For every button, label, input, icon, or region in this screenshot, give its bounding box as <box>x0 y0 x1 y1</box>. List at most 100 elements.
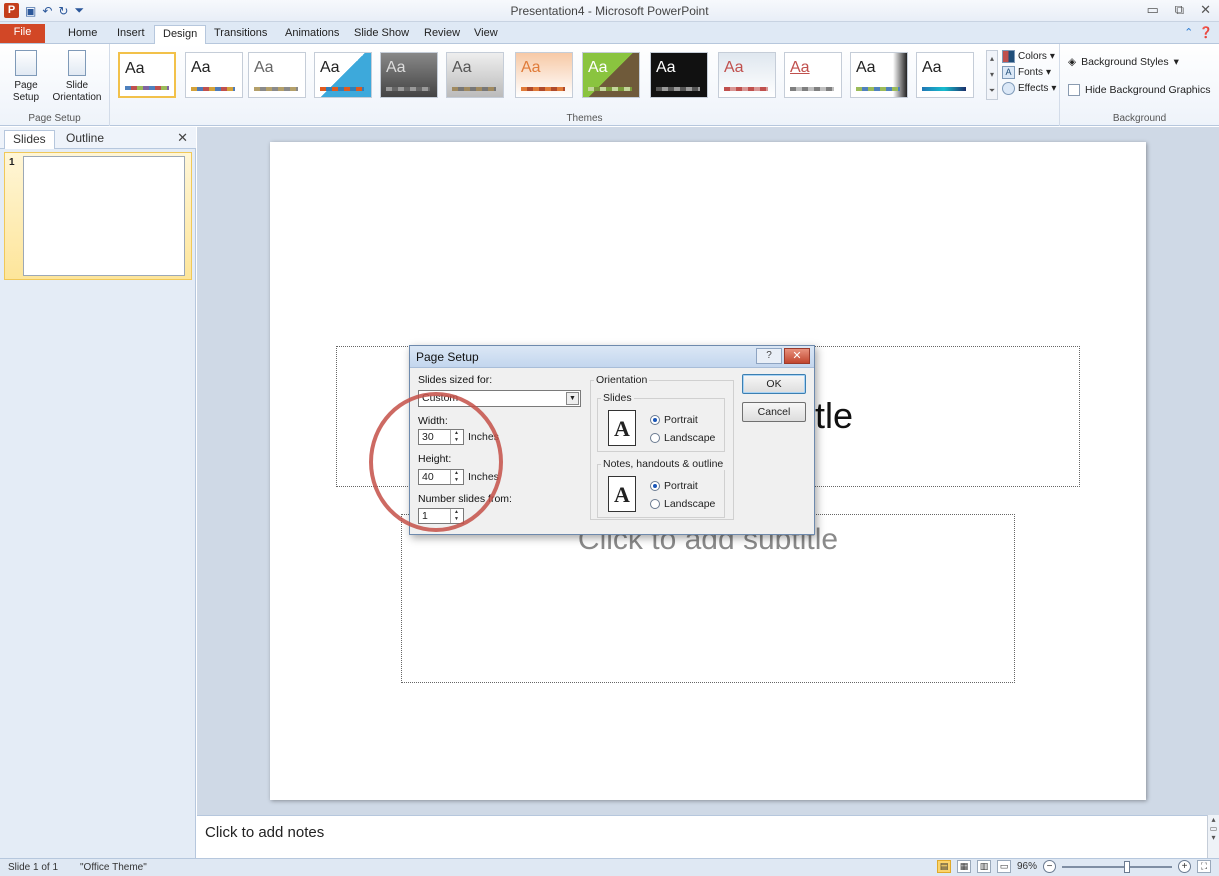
checkbox-icon <box>1068 84 1080 96</box>
tab-design[interactable]: Design <box>154 25 207 45</box>
theme-tile[interactable]: Aa <box>718 52 776 98</box>
radio-icon <box>650 499 660 509</box>
subtitle-placeholder[interactable]: Click to add subtitle <box>401 514 1015 683</box>
tab-file[interactable]: File <box>0 24 45 43</box>
theme-tile[interactable]: Aa <box>650 52 708 98</box>
group-label-background: Background <box>1112 113 1167 124</box>
theme-gallery-scroll[interactable]: ▴ ▾ ⏷ <box>986 50 998 100</box>
window-title: Presentation4 - Microsoft PowerPoint <box>510 4 709 18</box>
status-bar: Slide 1 of 1 "Office Theme" ▤ ▦ ▥ ▭ 96% … <box>0 858 1219 876</box>
dialog-close-button[interactable]: ✕ <box>784 348 810 364</box>
background-styles-button[interactable]: ◈ Background Styles ▾ <box>1068 56 1179 68</box>
tab-animations[interactable]: Animations <box>277 25 347 44</box>
ribbon-help-area: ⌃ ❓ <box>1184 26 1213 39</box>
tab-home[interactable]: Home <box>60 25 105 44</box>
normal-view-icon[interactable]: ▤ <box>936 860 951 873</box>
tab-slides[interactable]: Slides <box>4 130 55 149</box>
theme-tile[interactable]: Aa <box>185 52 243 98</box>
vertical-scrollbar[interactable]: ▴ ▭ ▾ <box>1207 815 1219 858</box>
slide-count: Slide 1 of 1 <box>8 862 59 873</box>
ribbon-tabs: File Home Insert Design Transitions Anim… <box>0 22 1219 45</box>
hide-background-graphics-checkbox[interactable]: Hide Background Graphics <box>1068 84 1210 96</box>
theme-tile[interactable]: Aa <box>380 52 438 98</box>
page-setup-icon <box>15 50 37 76</box>
group-label-themes: Themes <box>566 113 603 124</box>
theme-tile[interactable]: Aa <box>916 52 974 98</box>
slides-portrait-radio[interactable]: Portrait <box>650 414 698 426</box>
width-spinner-icon[interactable]: ▲ ▼ <box>450 430 462 444</box>
fit-to-window-icon[interactable]: ⛶ <box>1197 860 1211 873</box>
slide-orientation-button[interactable]: Slide Orientation <box>48 50 106 104</box>
notes-pane[interactable]: Click to add notes <box>197 815 1207 858</box>
chevron-down-icon[interactable]: ▼ <box>566 392 579 405</box>
help-icon[interactable]: ❓ <box>1199 26 1213 39</box>
height-spinner-icon[interactable]: ▲ ▼ <box>450 470 462 484</box>
dialog-help-button[interactable]: ? <box>756 348 782 364</box>
theme-tile[interactable]: Aa <box>784 52 842 98</box>
slides-sized-for-label: Slides sized for: <box>418 374 493 386</box>
dialog-title: Page Setup <box>416 350 479 364</box>
notes-portrait-radio[interactable]: Portrait <box>650 480 698 492</box>
number-slides-from-field[interactable]: 1 ▲ ▼ <box>418 508 464 524</box>
height-unit: Inches <box>468 471 499 483</box>
ok-button[interactable]: OK <box>742 374 806 394</box>
tab-outline[interactable]: Outline <box>58 130 112 149</box>
theme-tile[interactable]: Aa <box>850 52 908 98</box>
height-field[interactable]: 40 ▲ ▼ <box>418 469 464 485</box>
zoom-in-icon[interactable]: + <box>1178 860 1191 873</box>
theme-tile[interactable]: Aa <box>446 52 504 98</box>
colors-icon <box>1002 50 1015 63</box>
notes-placeholder: Click to add notes <box>205 824 325 841</box>
theme-side-commands: Colors ▾ A Fonts ▾ Effects ▾ <box>1002 50 1056 95</box>
slides-sized-for-select[interactable]: Custom ▼ <box>418 390 581 407</box>
theme-tile[interactable]: Aa <box>582 52 640 98</box>
tab-view[interactable]: View <box>466 25 506 44</box>
slide-show-icon[interactable]: ▭ <box>996 860 1011 873</box>
zoom-out-icon[interactable]: − <box>1043 860 1056 873</box>
dialog-title-bar: Page Setup ? ✕ <box>410 346 814 368</box>
close-icon[interactable]: ✕ <box>1200 2 1211 18</box>
zoom-level[interactable]: 96% <box>1017 861 1037 872</box>
background-styles-icon: ◈ <box>1068 56 1077 68</box>
tab-slide-show[interactable]: Slide Show <box>346 25 417 44</box>
slide-sorter-icon[interactable]: ▦ <box>956 860 971 873</box>
cancel-button[interactable]: Cancel <box>742 402 806 422</box>
height-label: Height: <box>418 453 452 465</box>
width-field[interactable]: 30 ▲ ▼ <box>418 429 464 445</box>
title-bar: P ▣ ↶ ↻ ⏷ Presentation4 - Microsoft Powe… <box>0 0 1219 22</box>
close-pane-icon[interactable]: ✕ <box>177 130 188 146</box>
tab-transitions[interactable]: Transitions <box>206 25 275 44</box>
effects-icon <box>1002 82 1015 95</box>
radio-selected-icon <box>650 481 660 491</box>
minimize-ribbon-icon[interactable]: ⌃ <box>1184 26 1193 39</box>
number-spinner-icon[interactable]: ▲ ▼ <box>450 509 462 523</box>
slide-thumbnail-item[interactable]: 1 <box>4 152 192 280</box>
zoom-slider-knob[interactable] <box>1124 860 1130 873</box>
tab-review[interactable]: Review <box>416 25 468 44</box>
notes-landscape-radio[interactable]: Landscape <box>650 498 715 510</box>
notes-orientation-label: Notes, handouts & outline <box>601 458 726 470</box>
radio-selected-icon <box>650 415 660 425</box>
minimize-icon[interactable]: ▭ <box>1147 2 1159 18</box>
theme-tile[interactable]: Aa <box>515 52 573 98</box>
page-setup-dialog: Page Setup ? ✕ Slides sized for: Custom … <box>409 345 815 535</box>
colors-button[interactable]: Colors ▾ <box>1002 50 1056 63</box>
zoom-slider[interactable] <box>1062 860 1172 873</box>
slides-pane: Slides Outline ✕ 1 <box>0 127 196 858</box>
group-label-page-setup: Page Setup <box>28 113 81 124</box>
restore-icon[interactable]: ⧉ <box>1175 2 1184 18</box>
effects-button[interactable]: Effects ▾ <box>1002 82 1056 95</box>
pane-tabs: Slides Outline ✕ <box>0 127 196 149</box>
theme-tile[interactable]: Aa <box>118 52 176 98</box>
fonts-button[interactable]: A Fonts ▾ <box>1002 66 1056 79</box>
width-label: Width: <box>418 415 448 427</box>
theme-tile[interactable]: Aa <box>248 52 306 98</box>
slide-number: 1 <box>9 157 15 168</box>
theme-tile[interactable]: Aa <box>314 52 372 98</box>
tab-insert[interactable]: Insert <box>109 25 153 44</box>
reading-view-icon[interactable]: ▥ <box>976 860 991 873</box>
slide-thumbnail[interactable] <box>23 156 185 276</box>
group-page-setup: Page Setup Slide Orientation Page Setup <box>0 44 110 126</box>
slides-landscape-radio[interactable]: Landscape <box>650 432 715 444</box>
page-setup-button[interactable]: Page Setup <box>4 50 48 104</box>
